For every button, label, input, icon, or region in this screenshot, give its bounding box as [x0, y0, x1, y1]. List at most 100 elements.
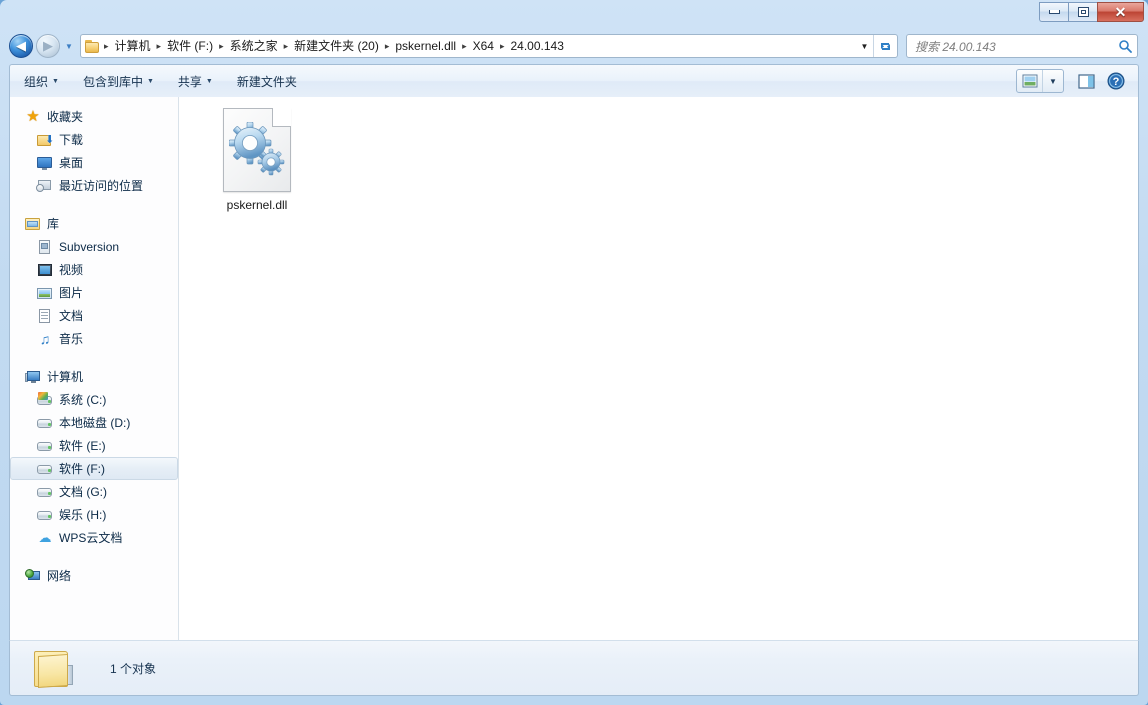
file-item-pskernel-dll[interactable]: pskernel.dll: [206, 108, 308, 213]
system-drive-icon: [37, 391, 53, 408]
sidebar-label: 文档: [59, 308, 84, 323]
change-view-button[interactable]: [1017, 70, 1043, 92]
folder-icon: [28, 645, 84, 691]
nav-group-libraries: 库 Subversion 视频 图片 文档 ♫ 音乐: [10, 212, 178, 350]
sidebar-item-drive-h[interactable]: 娱乐 (H:): [10, 503, 178, 526]
sidebar-item-drive-f[interactable]: 软件 (F:): [10, 457, 178, 480]
window-controls: ✕: [1039, 2, 1144, 24]
svg-text:?: ?: [1113, 76, 1120, 88]
downloads-icon: ⬇: [37, 132, 54, 148]
sidebar-item-desktop[interactable]: 桌面: [10, 151, 178, 174]
chevron-down-icon: ▼: [860, 41, 869, 51]
sidebar-item-network[interactable]: 网络: [10, 564, 178, 587]
sidebar-label: 下载: [59, 132, 84, 147]
explorer-window: ✕ ◀ ▶ ▼ ▸ 计算机 ▸ 软件 (F:) ▸ 系统之家 ▸ 新建文件夹 (…: [0, 0, 1148, 705]
sidebar-label: 库: [47, 216, 60, 231]
command-toolbar: 组织 ▼ 包含到库中 ▼ 共享 ▼ 新建文件夹 ▼ ?: [9, 64, 1139, 97]
preview-pane-icon: [1077, 73, 1095, 89]
sidebar-item-subversion[interactable]: Subversion: [10, 235, 178, 258]
sidebar-item-favorites[interactable]: ★ 收藏夹: [10, 105, 178, 128]
recent-places-icon: [36, 178, 53, 194]
sidebar-item-computer[interactable]: 计算机: [10, 365, 178, 388]
include-in-library-button[interactable]: 包含到库中 ▼: [73, 69, 164, 93]
sidebar-label: 文档 (G:): [59, 484, 107, 499]
maximize-button[interactable]: [1068, 2, 1097, 22]
sidebar-item-videos[interactable]: 视频: [10, 258, 178, 281]
network-icon: [25, 568, 41, 584]
drive-icon: [37, 461, 53, 477]
sidebar-item-downloads[interactable]: ⬇ 下载: [10, 128, 178, 151]
sidebar-label: 最近访问的位置: [59, 178, 144, 193]
drive-icon: [37, 438, 53, 454]
sidebar-label: 软件 (F:): [59, 461, 105, 476]
sidebar-label: WPS云文档: [59, 530, 123, 545]
file-name-label: pskernel.dll: [226, 198, 288, 212]
new-folder-label: 新建文件夹: [236, 74, 297, 89]
sidebar-item-drive-c[interactable]: 系统 (C:): [10, 388, 178, 411]
address-bar[interactable]: ▸ 计算机 ▸ 软件 (F:) ▸ 系统之家 ▸ 新建文件夹 (20) ▸ ps…: [80, 34, 898, 58]
drive-icon: [37, 507, 53, 523]
sidebar-item-music[interactable]: ♫ 音乐: [10, 327, 178, 350]
title-bar: ✕: [0, 0, 1148, 30]
breadcrumb-item-0[interactable]: 计算机: [110, 36, 156, 56]
sidebar-item-drive-e[interactable]: 软件 (E:): [10, 434, 178, 457]
breadcrumb-item-3[interactable]: 新建文件夹 (20): [289, 36, 384, 56]
breadcrumb: ▸ 计算机 ▸ 软件 (F:) ▸ 系统之家 ▸ 新建文件夹 (20) ▸ ps…: [81, 36, 856, 56]
cloud-icon: ☁: [38, 529, 52, 545]
search-box[interactable]: 搜索 24.00.143: [906, 34, 1138, 58]
folder-icon: [84, 39, 101, 54]
minimize-button[interactable]: [1039, 2, 1068, 22]
sidebar-item-drive-g[interactable]: 文档 (G:): [10, 480, 178, 503]
dll-gears-icon: [223, 108, 291, 192]
sidebar-label: 网络: [47, 568, 72, 583]
breadcrumb-item-6[interactable]: 24.00.143: [506, 36, 569, 56]
change-view-icon: [1022, 74, 1037, 88]
chevron-down-icon: ▼: [205, 77, 213, 85]
sidebar-item-recent-places[interactable]: 最近访问的位置: [10, 174, 178, 197]
sidebar-item-pictures[interactable]: 图片: [10, 281, 178, 304]
forward-button[interactable]: ▶: [36, 34, 60, 58]
sidebar-item-libraries[interactable]: 库: [10, 212, 178, 235]
breadcrumb-item-2[interactable]: 系统之家: [225, 36, 283, 56]
breadcrumb-item-4[interactable]: pskernel.dll: [390, 36, 461, 56]
file-list-view[interactable]: pskernel.dll: [179, 97, 1138, 640]
sidebar-item-drive-d[interactable]: 本地磁盘 (D:): [10, 411, 178, 434]
pictures-icon: [37, 285, 53, 301]
sidebar-item-wps-cloud[interactable]: ☁ WPS云文档: [10, 526, 178, 549]
search-icon[interactable]: [1117, 39, 1133, 53]
search-input[interactable]: 搜索 24.00.143: [915, 38, 1117, 55]
sidebar-label: 音乐: [59, 331, 84, 346]
preview-pane-button[interactable]: [1072, 69, 1100, 93]
address-dropdown-button[interactable]: ▼: [856, 35, 873, 57]
chevron-down-icon: ▼: [1049, 76, 1057, 86]
share-button[interactable]: 共享 ▼: [168, 69, 223, 93]
drive-icon: [37, 415, 53, 431]
refresh-button[interactable]: [873, 35, 897, 57]
change-view-dropdown[interactable]: ▼: [1043, 70, 1063, 92]
address-bar-row: ◀ ▶ ▼ ▸ 计算机 ▸ 软件 (F:) ▸ 系统之家 ▸ 新建文件夹 (20…: [0, 30, 1148, 62]
share-label: 共享: [177, 74, 202, 89]
explorer-body: ★ 收藏夹 ⬇ 下载 桌面 最近访问的位置 库 Subversion 视频 图片…: [9, 97, 1139, 640]
help-button[interactable]: ?: [1102, 69, 1130, 93]
breadcrumb-item-1[interactable]: 软件 (F:): [162, 36, 218, 56]
documents-icon: [37, 308, 53, 324]
forward-arrow-icon: ▶: [43, 38, 53, 54]
sidebar-label: 视频: [59, 262, 84, 277]
recent-pages-dropdown[interactable]: ▼: [62, 34, 76, 58]
subversion-icon: [37, 239, 53, 255]
back-button[interactable]: ◀: [9, 34, 33, 58]
organize-button[interactable]: 组织 ▼: [14, 69, 69, 93]
chevron-down-icon: ▼: [146, 77, 154, 85]
new-folder-button[interactable]: 新建文件夹: [227, 69, 307, 93]
navigation-pane[interactable]: ★ 收藏夹 ⬇ 下载 桌面 最近访问的位置 库 Subversion 视频 图片…: [10, 97, 179, 640]
help-icon: ?: [1107, 72, 1125, 90]
close-button[interactable]: ✕: [1097, 2, 1144, 22]
music-icon: ♫: [39, 330, 51, 347]
organize-label: 组织: [24, 74, 49, 89]
sidebar-label: 计算机: [47, 369, 84, 384]
breadcrumb-item-5[interactable]: X64: [468, 36, 499, 56]
libraries-icon: [25, 216, 41, 232]
sidebar-item-documents[interactable]: 文档: [10, 304, 178, 327]
